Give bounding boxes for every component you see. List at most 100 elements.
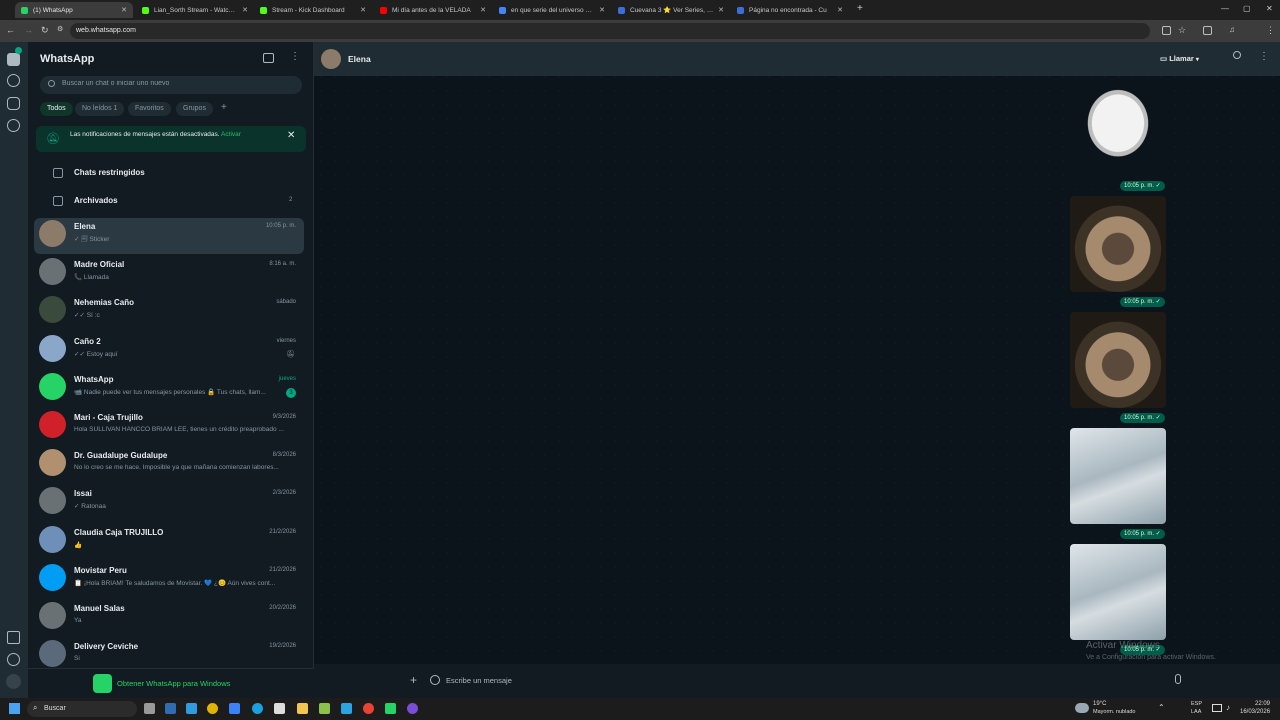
- microphone-icon[interactable]: [1175, 674, 1181, 684]
- download-app-link[interactable]: Obtener WhatsApp para Windows: [117, 679, 230, 688]
- new-chat-icon[interactable]: [263, 53, 274, 63]
- browser-tab[interactable]: Cuevana 3 ⭐ Ver Series, Pelícu ✕: [612, 2, 730, 18]
- bookmark-star-icon[interactable]: ☆: [1178, 25, 1186, 36]
- attach-plus-icon[interactable]: +: [410, 673, 417, 687]
- task-view-icon[interactable]: [144, 703, 155, 714]
- forward-icon[interactable]: →: [24, 25, 33, 35]
- my-profile-avatar[interactable]: [6, 674, 21, 689]
- app-icon-4[interactable]: [229, 703, 240, 714]
- restricted-chats-row[interactable]: Chats restringidos: [34, 162, 304, 184]
- call-button[interactable]: ▭ Llamar ▾: [1160, 54, 1199, 63]
- chat-list-item[interactable]: Caño 2 ✓✓ Estoy aquí viernes 🔕︎: [34, 333, 304, 369]
- download-app-footer[interactable]: Obtener WhatsApp para Windows: [28, 668, 314, 698]
- browser-tab[interactable]: (1) WhatsApp ✕: [15, 2, 133, 18]
- channels-icon[interactable]: [7, 97, 20, 110]
- tab-favicon-icon: [21, 6, 28, 14]
- chat-list-item[interactable]: Madre Oficial 📞 Llamada 8:16 a. m.: [34, 256, 304, 292]
- app-icon-1[interactable]: [165, 703, 176, 714]
- chrome-icon[interactable]: [363, 703, 374, 714]
- close-window-icon[interactable]: ✕: [1266, 4, 1273, 13]
- extensions-icon[interactable]: [1203, 26, 1212, 35]
- tab-close-icon[interactable]: ✕: [480, 6, 486, 14]
- tab-close-icon[interactable]: ✕: [360, 6, 366, 14]
- chat-list-item[interactable]: Movistar Peru 📋 ¡Hola BRIAM! Te saludamos…: [34, 562, 304, 598]
- search-chat-icon[interactable]: [1233, 51, 1241, 59]
- taskbar-search[interactable]: ⌕ Buscar: [27, 701, 137, 717]
- chat-list-item[interactable]: WhatsApp 📹 Nadie puede ver tus mensajes p…: [34, 371, 304, 407]
- chat-list-item[interactable]: Claudia Caja TRUJILLO 👍 21/2/2026: [34, 524, 304, 560]
- app-icon-3[interactable]: [207, 703, 218, 714]
- app-icon-5[interactable]: [319, 703, 330, 714]
- communities-icon[interactable]: [7, 119, 20, 132]
- maximize-icon[interactable]: ▢: [1243, 4, 1251, 13]
- app-icon-6[interactable]: [341, 703, 352, 714]
- chats-icon[interactable]: [7, 53, 20, 66]
- back-icon[interactable]: ←: [6, 25, 15, 35]
- tray-chevron-icon[interactable]: ⌃: [1158, 703, 1165, 712]
- filter-chip[interactable]: No leídos 1: [75, 102, 125, 116]
- minimize-icon[interactable]: —: [1221, 4, 1229, 13]
- clock-time[interactable]: 22:09: [1255, 701, 1270, 707]
- sticker-message[interactable]: [1070, 428, 1166, 524]
- edge-icon[interactable]: [252, 703, 263, 714]
- browser-tab[interactable]: Stream - Kick Dashboard ✕: [254, 2, 372, 18]
- contact-name[interactable]: Elena: [348, 54, 371, 64]
- browser-menu-icon[interactable]: ⋮: [1266, 25, 1275, 36]
- add-filter-button[interactable]: +: [221, 102, 227, 113]
- chat-name: Movistar Peru: [74, 565, 127, 575]
- start-windows-icon[interactable]: [9, 703, 20, 714]
- app-icon-2[interactable]: [186, 703, 197, 714]
- message-input[interactable]: [446, 670, 1166, 690]
- status-icon[interactable]: [7, 74, 20, 87]
- contact-avatar[interactable]: [321, 49, 341, 69]
- close-banner-icon[interactable]: ✕: [287, 130, 295, 141]
- search-input[interactable]: [62, 80, 292, 87]
- archived-row[interactable]: Archivados 2: [34, 190, 304, 212]
- tab-close-icon[interactable]: ✕: [718, 6, 724, 14]
- new-tab-button[interactable]: +: [857, 3, 863, 14]
- volume-icon[interactable]: ♪: [1226, 703, 1230, 712]
- clock-date[interactable]: 16/03/2026: [1240, 709, 1270, 715]
- site-info-icon[interactable]: ⚙: [57, 25, 63, 33]
- sticker-message[interactable]: [1070, 196, 1166, 292]
- app-icon-7[interactable]: [385, 703, 396, 714]
- tab-close-icon[interactable]: ✕: [121, 6, 127, 14]
- browser-tab[interactable]: Página no encontrada - Cu ✕: [731, 2, 849, 18]
- address-bar[interactable]: web.whatsapp.com: [70, 23, 1150, 39]
- browser-tab[interactable]: en que serie del universo de b ✕: [493, 2, 611, 18]
- chat-preview: Si: [74, 655, 80, 663]
- file-explorer-icon[interactable]: [297, 703, 308, 714]
- chat-list-item[interactable]: Manuel Salas Ya 20/2/2026: [34, 600, 304, 636]
- filter-chip[interactable]: Favoritos: [128, 102, 171, 116]
- media-icon[interactable]: ♫: [1229, 25, 1235, 34]
- chat-list-item[interactable]: Mari - Caja Trujillo Hola SULLIVAN HANCCO…: [34, 409, 304, 445]
- store-icon[interactable]: [274, 703, 285, 714]
- search-box[interactable]: [40, 76, 302, 94]
- tab-close-icon[interactable]: ✕: [837, 6, 843, 14]
- lang-indicator[interactable]: ESP: [1191, 701, 1202, 707]
- settings-gear-icon[interactable]: [7, 653, 20, 666]
- sticker-message[interactable]: [1070, 80, 1166, 176]
- sticker-message[interactable]: [1070, 312, 1166, 408]
- browser-tab[interactable]: Mi día antes de la VELADA ✕: [374, 2, 492, 18]
- browser-tab[interactable]: Lian_Sorth Stream - Watch Live ✕: [136, 2, 254, 18]
- tab-close-icon[interactable]: ✕: [599, 6, 605, 14]
- chat-list-item[interactable]: Dr. Guadalupe Gudalupe No lo creo se me h…: [34, 447, 304, 483]
- chat-list-item[interactable]: Elena ✓ 🗐 Sticker 10:05 p. m.: [34, 218, 304, 254]
- tab-close-icon[interactable]: ✕: [242, 6, 248, 14]
- filter-chip[interactable]: Todos: [40, 102, 73, 116]
- chat-list-item[interactable]: Issai ✓ Ratonaa 2/3/2026: [34, 485, 304, 521]
- media-gallery-icon[interactable]: [7, 631, 20, 644]
- reload-icon[interactable]: ↻: [41, 25, 49, 36]
- chat-list-item[interactable]: Nehemias Caño ✓✓ Sí :c sábado: [34, 294, 304, 330]
- chat-menu-icon[interactable]: ⋮: [1259, 51, 1269, 62]
- sticker-message[interactable]: [1070, 544, 1166, 640]
- menu-icon[interactable]: ⋮: [290, 51, 300, 62]
- app-icon-8[interactable]: [407, 703, 418, 714]
- activate-notifications-link[interactable]: Activar: [221, 131, 241, 138]
- network-icon[interactable]: [1212, 704, 1222, 712]
- emoji-sticker-icon[interactable]: [430, 675, 440, 685]
- install-app-icon[interactable]: [1162, 26, 1171, 35]
- filter-chip[interactable]: Grupos: [176, 102, 213, 116]
- weather-icon[interactable]: [1075, 703, 1089, 713]
